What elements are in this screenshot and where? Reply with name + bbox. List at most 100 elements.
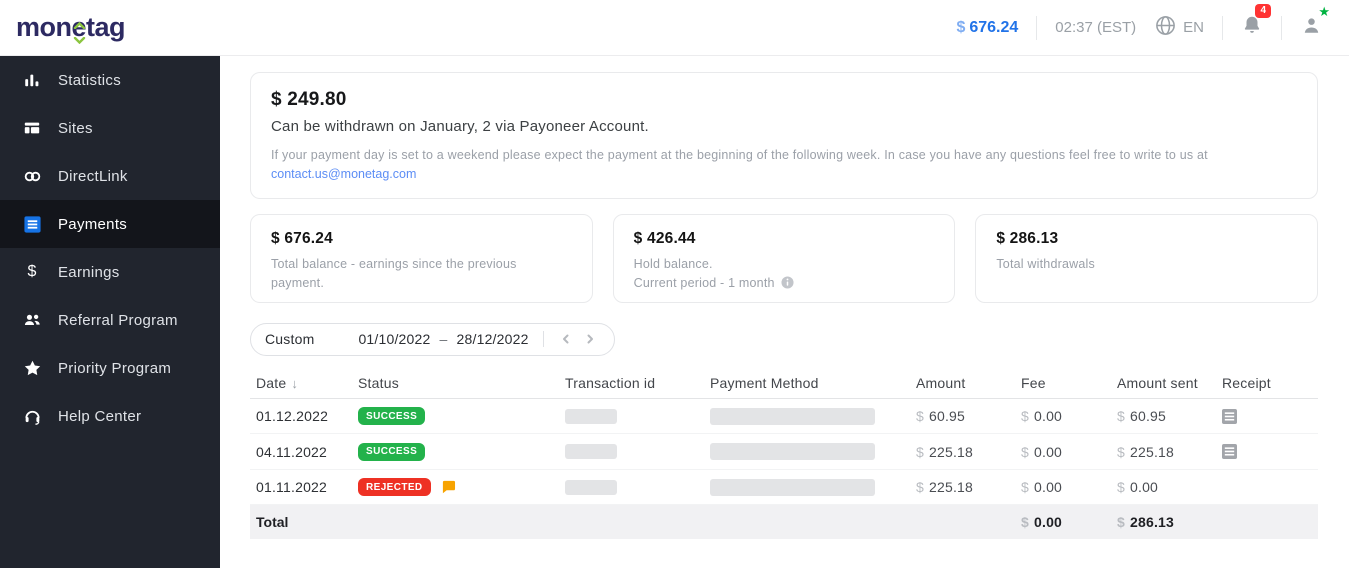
- cell-fee: $0.00: [1021, 479, 1063, 495]
- sidebar-item-directlink[interactable]: DirectLink: [0, 152, 220, 200]
- sidebar-item-help-center[interactable]: Help Center: [0, 392, 220, 440]
- main-content: $ 249.80 Can be withdrawn on January, 2 …: [220, 56, 1349, 568]
- cell-receipt: [1222, 444, 1318, 459]
- header-payment-method: Payment Method: [710, 375, 819, 392]
- redacted-payment-method: [710, 443, 875, 460]
- sort-desc-icon[interactable]: ↓: [291, 376, 298, 391]
- summary-description: Hold balance. Current period - 1 month: [634, 255, 935, 293]
- header-status: Status: [358, 375, 399, 392]
- language-code: EN: [1183, 19, 1204, 36]
- star-icon: [22, 358, 42, 378]
- summary-card: $ 286.13 Total withdrawals: [975, 213, 1319, 303]
- redacted-payment-method: [710, 407, 875, 425]
- redacted-transaction-id: [565, 479, 617, 495]
- cell-date: 01.11.2022: [256, 479, 328, 495]
- date-filter-preset[interactable]: Custom: [265, 331, 314, 347]
- cell-status: REJECTED: [358, 478, 565, 496]
- redacted-transaction-id: [565, 408, 617, 424]
- table-total-row: Total $0.00 $286.13: [250, 505, 1318, 540]
- header-date: Date ↓: [256, 375, 299, 392]
- receipt-icon[interactable]: [1222, 444, 1237, 459]
- header-amount: Amount: [916, 375, 966, 392]
- cell-amount-sent: $225.18: [1117, 443, 1175, 460]
- next-payout-card: $ 249.80 Can be withdrawn on January, 2 …: [250, 72, 1318, 199]
- redacted-transaction-id: [565, 444, 617, 459]
- cell-date: 04.11.2022: [256, 443, 328, 460]
- receipt-icon[interactable]: [1222, 408, 1237, 424]
- balance-value: 676.24: [969, 18, 1019, 36]
- cell-payment-method: [710, 443, 916, 460]
- payout-subtitle: Can be withdrawn on January, 2 via Payon…: [271, 118, 649, 135]
- redacted-payment-method: [710, 478, 875, 496]
- cell-amount: $225.18: [916, 479, 974, 495]
- comment-icon[interactable]: [441, 480, 456, 494]
- sidebar-item-payments[interactable]: Payments: [0, 200, 220, 248]
- summary-description: Total withdrawals: [996, 256, 1095, 271]
- language-selector[interactable]: EN: [1154, 14, 1204, 41]
- date-filter-from[interactable]: 01/10/2022: [358, 331, 430, 347]
- payments-table: Date ↓ Status Transaction id Payment Meth…: [250, 369, 1318, 540]
- sidebar-item-earnings[interactable]: $ Earnings: [0, 248, 220, 296]
- contact-email-link[interactable]: contact.us@monetag.com: [271, 167, 416, 181]
- balance-currency: $: [956, 18, 966, 36]
- summary-amount: $ 426.44: [633, 229, 696, 247]
- cell-transaction-id: [565, 479, 710, 495]
- bell-icon: [1241, 14, 1263, 41]
- cell-status: SUCCESS: [358, 442, 565, 461]
- cell-transaction-id: [565, 444, 710, 459]
- header-amount-sent: Amount sent: [1117, 375, 1198, 392]
- total-label: Total: [256, 514, 289, 531]
- date-filter-dash: –: [439, 331, 448, 348]
- sidebar-item-priority-program[interactable]: Priority Program: [0, 344, 220, 392]
- header-balance[interactable]: $676.24: [956, 19, 1018, 37]
- payments-doc-icon: [22, 214, 42, 234]
- sidebar-item-statistics[interactable]: Statistics: [0, 56, 220, 104]
- date-filter-divider: [542, 331, 544, 348]
- header-transaction-id: Transaction id: [565, 375, 656, 392]
- cell-fee: $0.00: [1021, 443, 1063, 460]
- prev-period-button[interactable]: [554, 327, 578, 351]
- sidebar-item-referral-program[interactable]: Referral Program: [0, 296, 220, 344]
- logo-green-chevron-down-icon: [73, 20, 86, 51]
- date-filter-to[interactable]: 28/12/2022: [457, 331, 529, 347]
- header-receipt: Receipt: [1222, 375, 1271, 392]
- people-icon: [22, 310, 42, 330]
- status-badge: REJECTED: [358, 478, 431, 496]
- header-divider: [1281, 15, 1282, 40]
- top-header: mon e tag $676.24 02:37 (EST) EN 4 ★: [0, 0, 1349, 56]
- summary-description: Total balance - earnings since the previ…: [271, 256, 517, 290]
- table-row: 01.12.2022 SUCCESS $60.95 $0.00 $60.95: [250, 399, 1318, 435]
- header-time: 02:37 (EST): [1055, 19, 1137, 36]
- header-divider: [1036, 15, 1038, 40]
- cell-receipt: [1222, 408, 1318, 424]
- summary-card: $ 426.44 Hold balance. Current period - 1…: [612, 213, 956, 303]
- cell-amount: $60.95: [916, 408, 966, 424]
- summary-amount: $ 676.24: [271, 229, 333, 247]
- cell-payment-method: [710, 478, 916, 496]
- info-icon[interactable]: [781, 276, 794, 289]
- globe-icon: [1154, 14, 1177, 41]
- cell-date: 01.12.2022: [256, 408, 329, 424]
- sites-icon: [22, 118, 42, 138]
- account-menu-button[interactable]: ★: [1300, 5, 1330, 42]
- sidebar-item-sites[interactable]: Sites: [0, 104, 220, 152]
- logo-text-pre: mon: [16, 12, 72, 42]
- sidebar-nav: Statistics Sites DirectLink Payments $ E…: [0, 56, 220, 568]
- monetag-logo[interactable]: mon e tag: [16, 12, 126, 45]
- cell-amount-sent: $0.00: [1117, 479, 1159, 495]
- total-amount-sent: $286.13: [1117, 514, 1175, 531]
- next-period-button[interactable]: [578, 327, 602, 351]
- logo-text-post: tag: [86, 12, 126, 42]
- table-body: 01.12.2022 SUCCESS $60.95 $0.00 $60.95 0…: [250, 399, 1318, 506]
- notifications-button[interactable]: 4: [1241, 4, 1271, 41]
- summary-card: $ 676.24 Total balance - earnings since …: [250, 213, 593, 303]
- table-row: 04.11.2022 SUCCESS $225.18 $0.00 $225.18: [250, 434, 1318, 470]
- status-badge: SUCCESS: [358, 407, 426, 425]
- date-range-filter[interactable]: Custom 01/10/2022 – 28/12/2022: [250, 322, 615, 356]
- payout-amount: $ 249.80: [271, 89, 347, 110]
- cell-payment-method: [710, 407, 916, 425]
- notification-count-badge: 4: [1255, 4, 1271, 18]
- total-fee: $0.00: [1021, 514, 1063, 531]
- cell-amount: $225.18: [916, 443, 974, 460]
- cell-fee: $0.00: [1021, 408, 1063, 424]
